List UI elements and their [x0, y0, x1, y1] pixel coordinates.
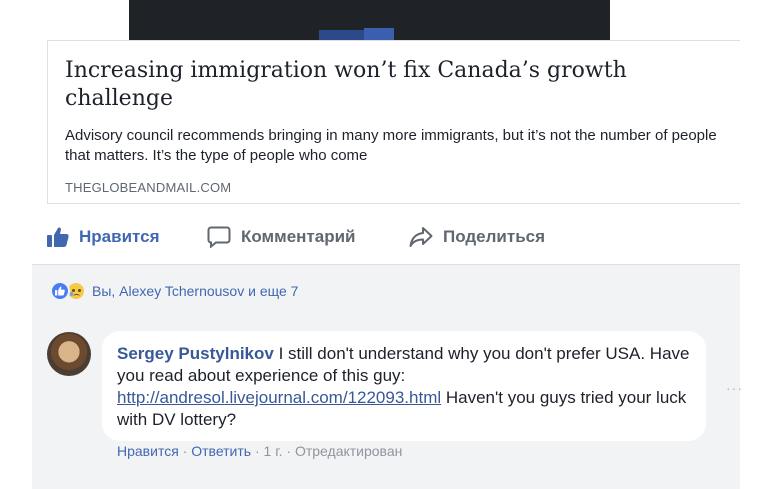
- like-button[interactable]: Нравится: [47, 218, 160, 256]
- comment-bubble: Sergey Pustylnikov I still don't underst…: [102, 331, 706, 441]
- share-button[interactable]: Поделиться: [409, 218, 545, 256]
- comment-author[interactable]: Sergey Pustylnikov: [117, 344, 274, 363]
- article-description: Advisory council recommends bringing in …: [65, 127, 717, 164]
- post-actions-bar: Нравится Комментарий Поделиться: [47, 218, 740, 256]
- comment-reply-link[interactable]: Ответить: [191, 443, 251, 459]
- thumbs-up-icon: [47, 227, 69, 247]
- like-reaction-icon: [50, 281, 70, 301]
- article-image-photo: [129, 0, 610, 42]
- meta-separator: ·: [178, 443, 192, 459]
- comment-edited[interactable]: Отредактирован: [295, 443, 402, 459]
- comment-button[interactable]: Комментарий: [207, 218, 355, 256]
- comment-time[interactable]: 1 г.: [264, 443, 283, 459]
- link-preview-card[interactable]: Increasing immigration won’t fix Canada’…: [47, 40, 740, 204]
- comments-panel: Вы, Alexey Tchernousov и еще 7 Sergey Pu…: [32, 265, 743, 489]
- comment-link[interactable]: http://andresol.livejournal.com/122093.h…: [117, 388, 441, 407]
- comment-body: Sergey Pustylnikov I still don't underst…: [117, 343, 697, 431]
- comment-like-link[interactable]: Нравится: [117, 443, 179, 459]
- more-options-icon[interactable]: ···: [726, 380, 743, 396]
- share-button-label: Поделиться: [443, 227, 546, 246]
- comment-icon: [207, 226, 231, 248]
- meta-separator: ·: [282, 443, 295, 459]
- article-image[interactable]: [47, 0, 740, 42]
- comment-meta: Нравится · Ответить · 1 г. · Отредактиро…: [117, 443, 402, 459]
- like-button-label: Нравится: [79, 227, 160, 246]
- share-icon: [409, 227, 433, 247]
- article-title[interactable]: Increasing immigration won’t fix Canada’…: [65, 57, 705, 113]
- article-domain: THEGLOBEANDMAIL.COM: [65, 180, 232, 195]
- meta-separator: ·: [251, 443, 264, 459]
- comment-button-label: Комментарий: [241, 227, 356, 246]
- reactions-summary[interactable]: Вы, Alexey Tchernousov и еще 7: [50, 281, 298, 301]
- reactions-text[interactable]: Вы, Alexey Tchernousov и еще 7: [92, 283, 298, 299]
- avatar[interactable]: [47, 332, 91, 376]
